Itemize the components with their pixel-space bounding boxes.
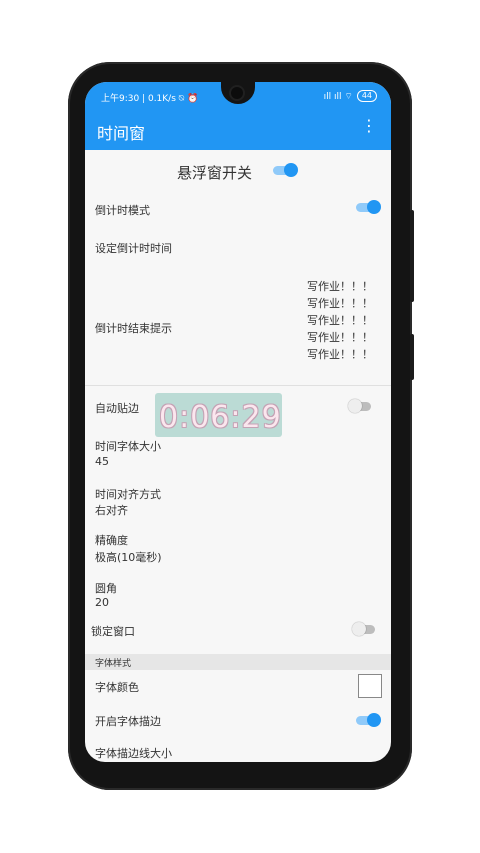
floating-window-switch-label: 悬浮窗开关 [177, 164, 253, 182]
volume-button [410, 210, 414, 302]
font-color-label: 字体颜色 [95, 681, 139, 694]
battery-icon: 44 [356, 90, 377, 102]
status-time-network: 上午9:30 | 0.1K/s ⍉ ⏰ [101, 94, 199, 104]
countdown-end-reminder-label[interactable]: 倒计时结束提示 [95, 320, 172, 336]
reminder-line: 写作业！！！ [307, 297, 373, 310]
font-size-label[interactable]: 时间字体大小 [95, 438, 161, 454]
power-button [410, 334, 414, 380]
floating-clock-time: 0:06:29 [159, 400, 282, 435]
floating-window-switch[interactable] [272, 163, 298, 177]
precision-value: 极高(10毫秒) [95, 551, 162, 564]
corner-label[interactable]: 圆角 [95, 580, 117, 596]
section-header: 字体样式 [85, 654, 391, 670]
stroke-size-label[interactable]: 字体描边线大小 [95, 745, 172, 761]
reminder-line: 写作业！！！ [307, 314, 373, 327]
font-color-swatch[interactable] [358, 674, 382, 698]
reminder-line: 写作业！！！ [307, 280, 373, 293]
reminder-line: 写作业！！！ [307, 331, 373, 344]
reminder-text: 写作业！！！ 写作业！！！ 写作业！！！ 写作业！！！ 写作业！！！ [307, 278, 373, 363]
status-icons: ıll ıll ⌔ 44 [324, 90, 377, 102]
section-header-label: 字体样式 [95, 659, 132, 669]
corner-value: 20 [95, 596, 109, 609]
screen: 上午9:30 | 0.1K/s ⍉ ⏰ ıll ıll ⌔ 44 时间窗 ⋮ 悬… [85, 82, 391, 762]
alignment-value: 右对齐 [95, 504, 128, 517]
font-stroke-label: 开启字体描边 [95, 715, 161, 728]
auto-snap-switch[interactable] [348, 399, 374, 413]
countdown-mode-switch[interactable] [355, 200, 381, 214]
reminder-line: 写作业！！！ [307, 348, 373, 361]
more-vert-icon[interactable]: ⋮ [361, 118, 377, 134]
signal-icon: ıll ıll ⌔ [323, 91, 353, 102]
countdown-mode-label: 倒计时模式 [95, 204, 150, 217]
auto-snap-label: 自动贴边 [95, 402, 139, 415]
alignment-label[interactable]: 时间对齐方式 [95, 486, 161, 502]
set-countdown-time[interactable]: 设定倒计时时间 [95, 240, 172, 256]
front-camera [231, 87, 243, 99]
lock-window-switch[interactable] [352, 622, 378, 636]
divider [85, 385, 391, 386]
floating-clock-window[interactable]: 0:06:29 [155, 393, 282, 437]
precision-label[interactable]: 精确度 [95, 532, 128, 548]
lock-window-label: 锁定窗口 [91, 625, 135, 638]
font-size-value: 45 [95, 455, 109, 468]
page-title: 时间窗 [97, 124, 146, 143]
font-stroke-switch[interactable] [355, 713, 381, 727]
